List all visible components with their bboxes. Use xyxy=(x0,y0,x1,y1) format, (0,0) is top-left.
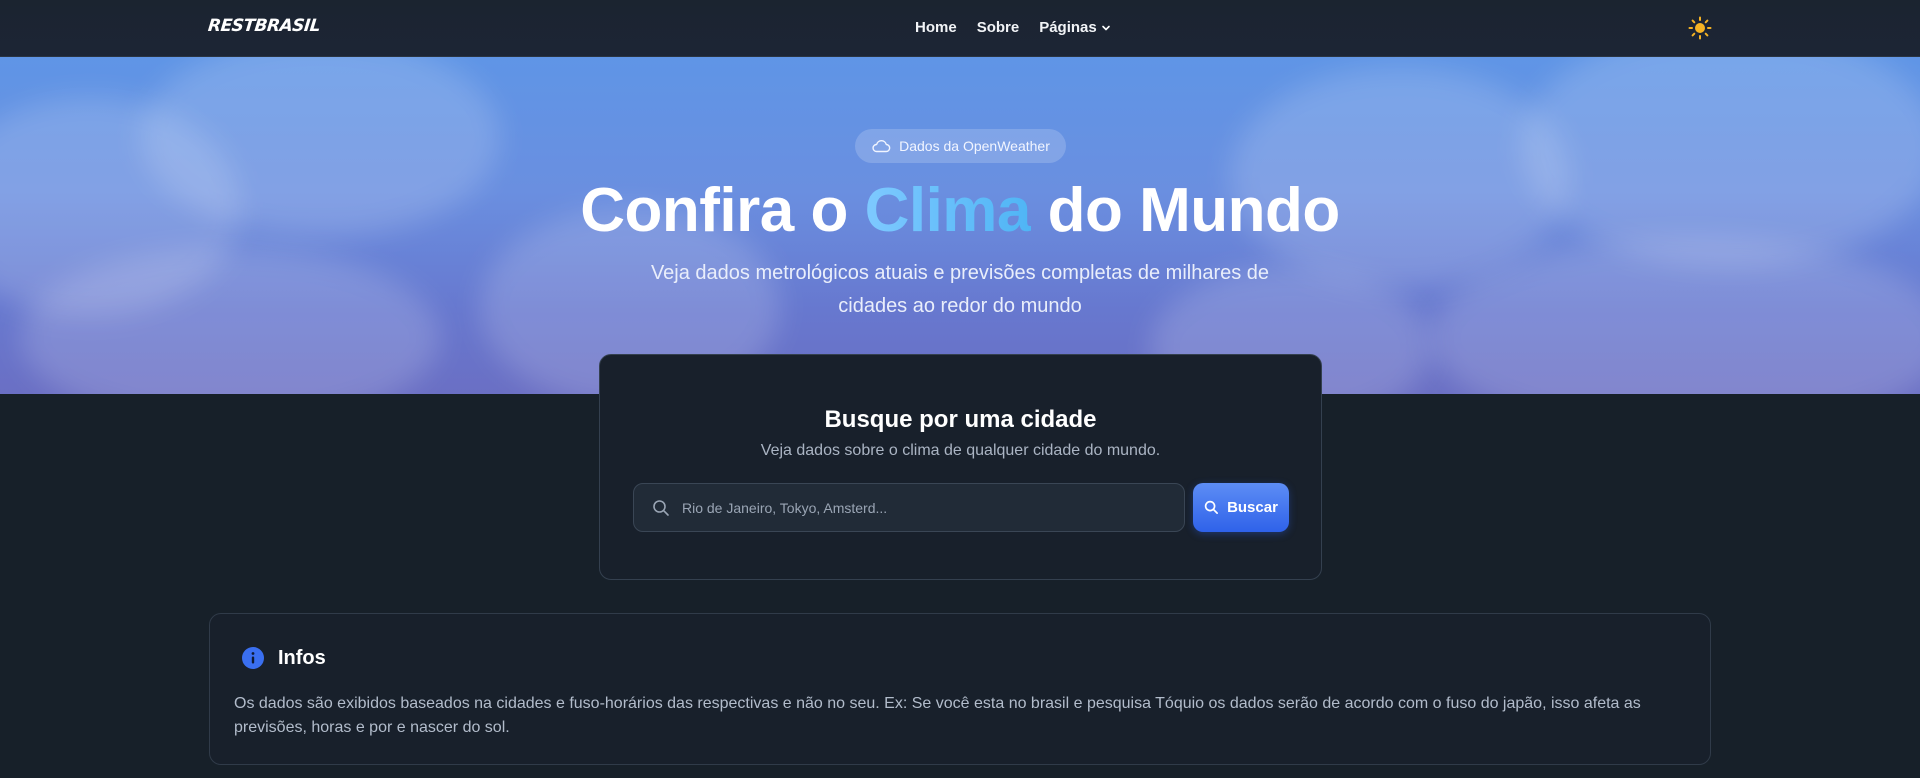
hero-title-end: do Mundo xyxy=(1047,176,1341,245)
logo[interactable]: RESTBRASIL xyxy=(207,16,321,36)
info-header: Infos xyxy=(241,646,326,670)
cloud-icon xyxy=(872,140,891,153)
info-title: Infos xyxy=(278,646,326,669)
badge-label: Dados da OpenWeather xyxy=(899,138,1050,154)
nav-link-paginas[interactable]: Páginas xyxy=(1039,19,1111,36)
nav-link-sobre[interactable]: Sobre xyxy=(977,19,1020,36)
hero-section: Dados da OpenWeather Confira o Clima do … xyxy=(0,57,1920,394)
openweather-badge: Dados da OpenWeather xyxy=(855,129,1066,163)
hero-title-start: Confira o xyxy=(580,176,848,245)
hero-subtitle: Veja dados metrológicos atuais e previsõ… xyxy=(650,262,1270,317)
search-icon xyxy=(653,499,669,516)
hero-title-accent: Clima xyxy=(864,176,1032,245)
hero-title: Confira o Clima do Mundo xyxy=(0,175,1920,246)
info-text: Os dados são exibidos baseados na cidade… xyxy=(234,695,1641,736)
search-card: Busque por uma cidade Veja dados sobre o… xyxy=(599,354,1322,580)
info-icon xyxy=(242,647,264,669)
search-icon xyxy=(1204,500,1219,514)
search-button-label: Buscar xyxy=(1227,499,1278,516)
search-field xyxy=(633,483,1185,532)
sun-icon[interactable] xyxy=(1688,16,1712,40)
info-card: Infos Os dados são exibidos baseados na … xyxy=(209,613,1711,765)
chevron-down-icon xyxy=(1101,25,1110,30)
search-card-title: Busque por uma cidade xyxy=(824,406,1097,433)
search-button[interactable]: Buscar xyxy=(1193,483,1289,532)
nav-link-home[interactable]: Home xyxy=(915,19,957,36)
nav-link-paginas-label: Páginas xyxy=(1039,19,1097,36)
search-card-subtitle: Veja dados sobre o clima de qualquer cid… xyxy=(760,442,1161,459)
navbar: RESTBRASIL Home Sobre Páginas xyxy=(0,0,1920,57)
nav-links: Home Sobre Páginas xyxy=(915,19,1111,36)
search-input[interactable] xyxy=(682,499,1184,516)
